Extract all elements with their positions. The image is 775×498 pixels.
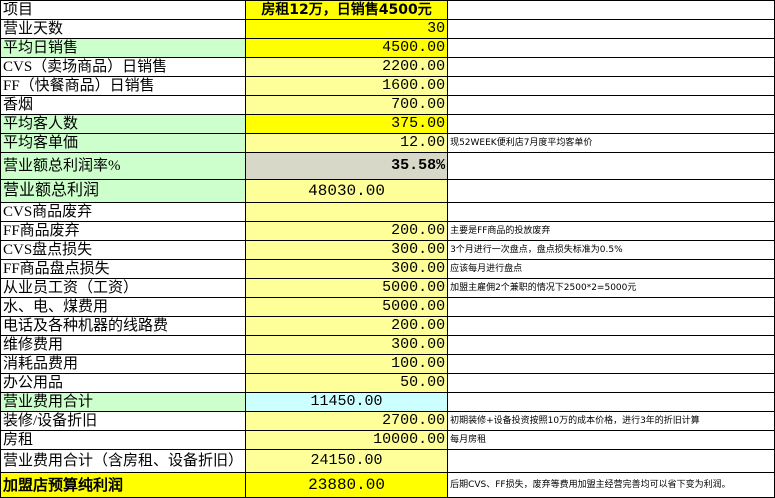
spreadsheet-grid: 项目 房租12万，日销售4500元 营业天数 30 平均日销售 4500.00 … <box>0 0 775 498</box>
row-note[interactable]: 每月房租 <box>447 430 775 450</box>
row-label[interactable]: FF商品盘点损失 <box>0 259 247 279</box>
net-profit-label[interactable]: 加盟店预算纯利润 <box>0 472 247 498</box>
header-item-cell[interactable]: 项目 <box>0 0 247 20</box>
row-note[interactable]: 后期CVS、FF损失，废弃等费用加盟主经营完善均可以省下变为利润。 <box>447 472 775 498</box>
row-value[interactable]: 48030.00 <box>245 179 449 203</box>
row-note[interactable] <box>447 95 775 115</box>
row-note[interactable] <box>447 114 775 134</box>
row-label[interactable]: 营业费用合计（含房租、设备折旧） <box>0 449 247 473</box>
row-note[interactable] <box>447 38 775 58</box>
row-value[interactable]: 300.00 <box>245 335 449 355</box>
row-note[interactable] <box>447 392 775 412</box>
row-label[interactable]: 装修/设备折旧 <box>0 411 247 431</box>
row-value[interactable]: 5000.00 <box>245 278 449 298</box>
row-value[interactable]: 11450.00 <box>245 392 449 412</box>
row-note[interactable]: 应该每月进行盘点 <box>447 259 775 279</box>
row-note[interactable]: 加盟主雇佣2个兼职的情况下2500*2=5000元 <box>447 278 775 298</box>
row-value[interactable]: 4500.00 <box>245 38 449 58</box>
row-label[interactable]: FF商品废弃 <box>0 221 247 241</box>
row-label[interactable]: 平均日销售 <box>0 38 247 58</box>
row-label[interactable]: 营业额总利润 <box>0 179 247 203</box>
row-label[interactable]: 办公用品 <box>0 373 247 393</box>
row-value[interactable]: 200.00 <box>245 221 449 241</box>
row-value[interactable]: 10000.00 <box>245 430 449 450</box>
row-note[interactable] <box>447 179 775 203</box>
row-value[interactable]: 700.00 <box>245 95 449 115</box>
row-note[interactable] <box>447 297 775 317</box>
row-label[interactable]: CVS商品废弃 <box>0 202 247 222</box>
row-value[interactable]: 375.00 <box>245 114 449 134</box>
row-label[interactable]: 房租 <box>0 430 247 450</box>
row-label[interactable]: 维修费用 <box>0 335 247 355</box>
row-note[interactable] <box>447 335 775 355</box>
row-note[interactable] <box>447 373 775 393</box>
row-label[interactable]: 营业额总利润率% <box>0 152 247 180</box>
row-label[interactable]: CVS盘点损失 <box>0 240 247 260</box>
row-note[interactable] <box>447 354 775 374</box>
row-note[interactable] <box>447 202 775 222</box>
row-label[interactable]: 消耗品费用 <box>0 354 247 374</box>
row-value[interactable]: 5000.00 <box>245 297 449 317</box>
row-label[interactable]: 香烟 <box>0 95 247 115</box>
row-label[interactable]: 平均客单価 <box>0 133 247 153</box>
row-value[interactable]: 50.00 <box>245 373 449 393</box>
row-value[interactable]: 2700.00 <box>245 411 449 431</box>
row-value[interactable]: 200.00 <box>245 316 449 336</box>
row-note[interactable] <box>447 449 775 473</box>
row-note[interactable]: 现52WEEK便利店7月度平均客单价 <box>447 133 775 153</box>
row-value[interactable]: 2200.00 <box>245 57 449 77</box>
row-value[interactable]: 300.00 <box>245 259 449 279</box>
row-note[interactable] <box>447 57 775 77</box>
row-value[interactable]: 12.00 <box>245 133 449 153</box>
row-value[interactable]: 35.58% <box>245 152 449 180</box>
row-value[interactable]: 24150.00 <box>245 449 449 473</box>
row-value[interactable]: 1600.00 <box>245 76 449 96</box>
row-note[interactable] <box>447 19 775 39</box>
net-profit-value[interactable]: 23880.00 <box>245 472 449 498</box>
row-note[interactable] <box>447 152 775 180</box>
row-value[interactable]: 300.00 <box>245 240 449 260</box>
row-label[interactable]: 水、电、煤费用 <box>0 297 247 317</box>
row-label[interactable]: 从业员工资（工资） <box>0 278 247 298</box>
row-value[interactable]: 100.00 <box>245 354 449 374</box>
row-label[interactable]: 平均客人数 <box>0 114 247 134</box>
row-label[interactable]: 电话及各种机器的线路费 <box>0 316 247 336</box>
row-note[interactable] <box>447 316 775 336</box>
row-value[interactable]: 30 <box>245 19 449 39</box>
header-scenario-cell[interactable]: 房租12万，日销售4500元 <box>245 0 449 20</box>
row-note[interactable]: 3个月进行一次盘点，盘点损失标准为0.5% <box>447 240 775 260</box>
row-note[interactable]: 主要是FF商品的投放废弃 <box>447 221 775 241</box>
row-label[interactable]: FF（快餐商品）日销售 <box>0 76 247 96</box>
row-note[interactable]: 初期装修+设备投资按照10万的成本价格，进行3年的折旧计算 <box>447 411 775 431</box>
row-label[interactable]: 营业费用合计 <box>0 392 247 412</box>
row-label[interactable]: CVS（卖场商品）日销售 <box>0 57 247 77</box>
row-note[interactable] <box>447 76 775 96</box>
header-note-cell[interactable] <box>447 0 775 20</box>
row-label[interactable]: 营业天数 <box>0 19 247 39</box>
row-value[interactable] <box>245 202 449 222</box>
